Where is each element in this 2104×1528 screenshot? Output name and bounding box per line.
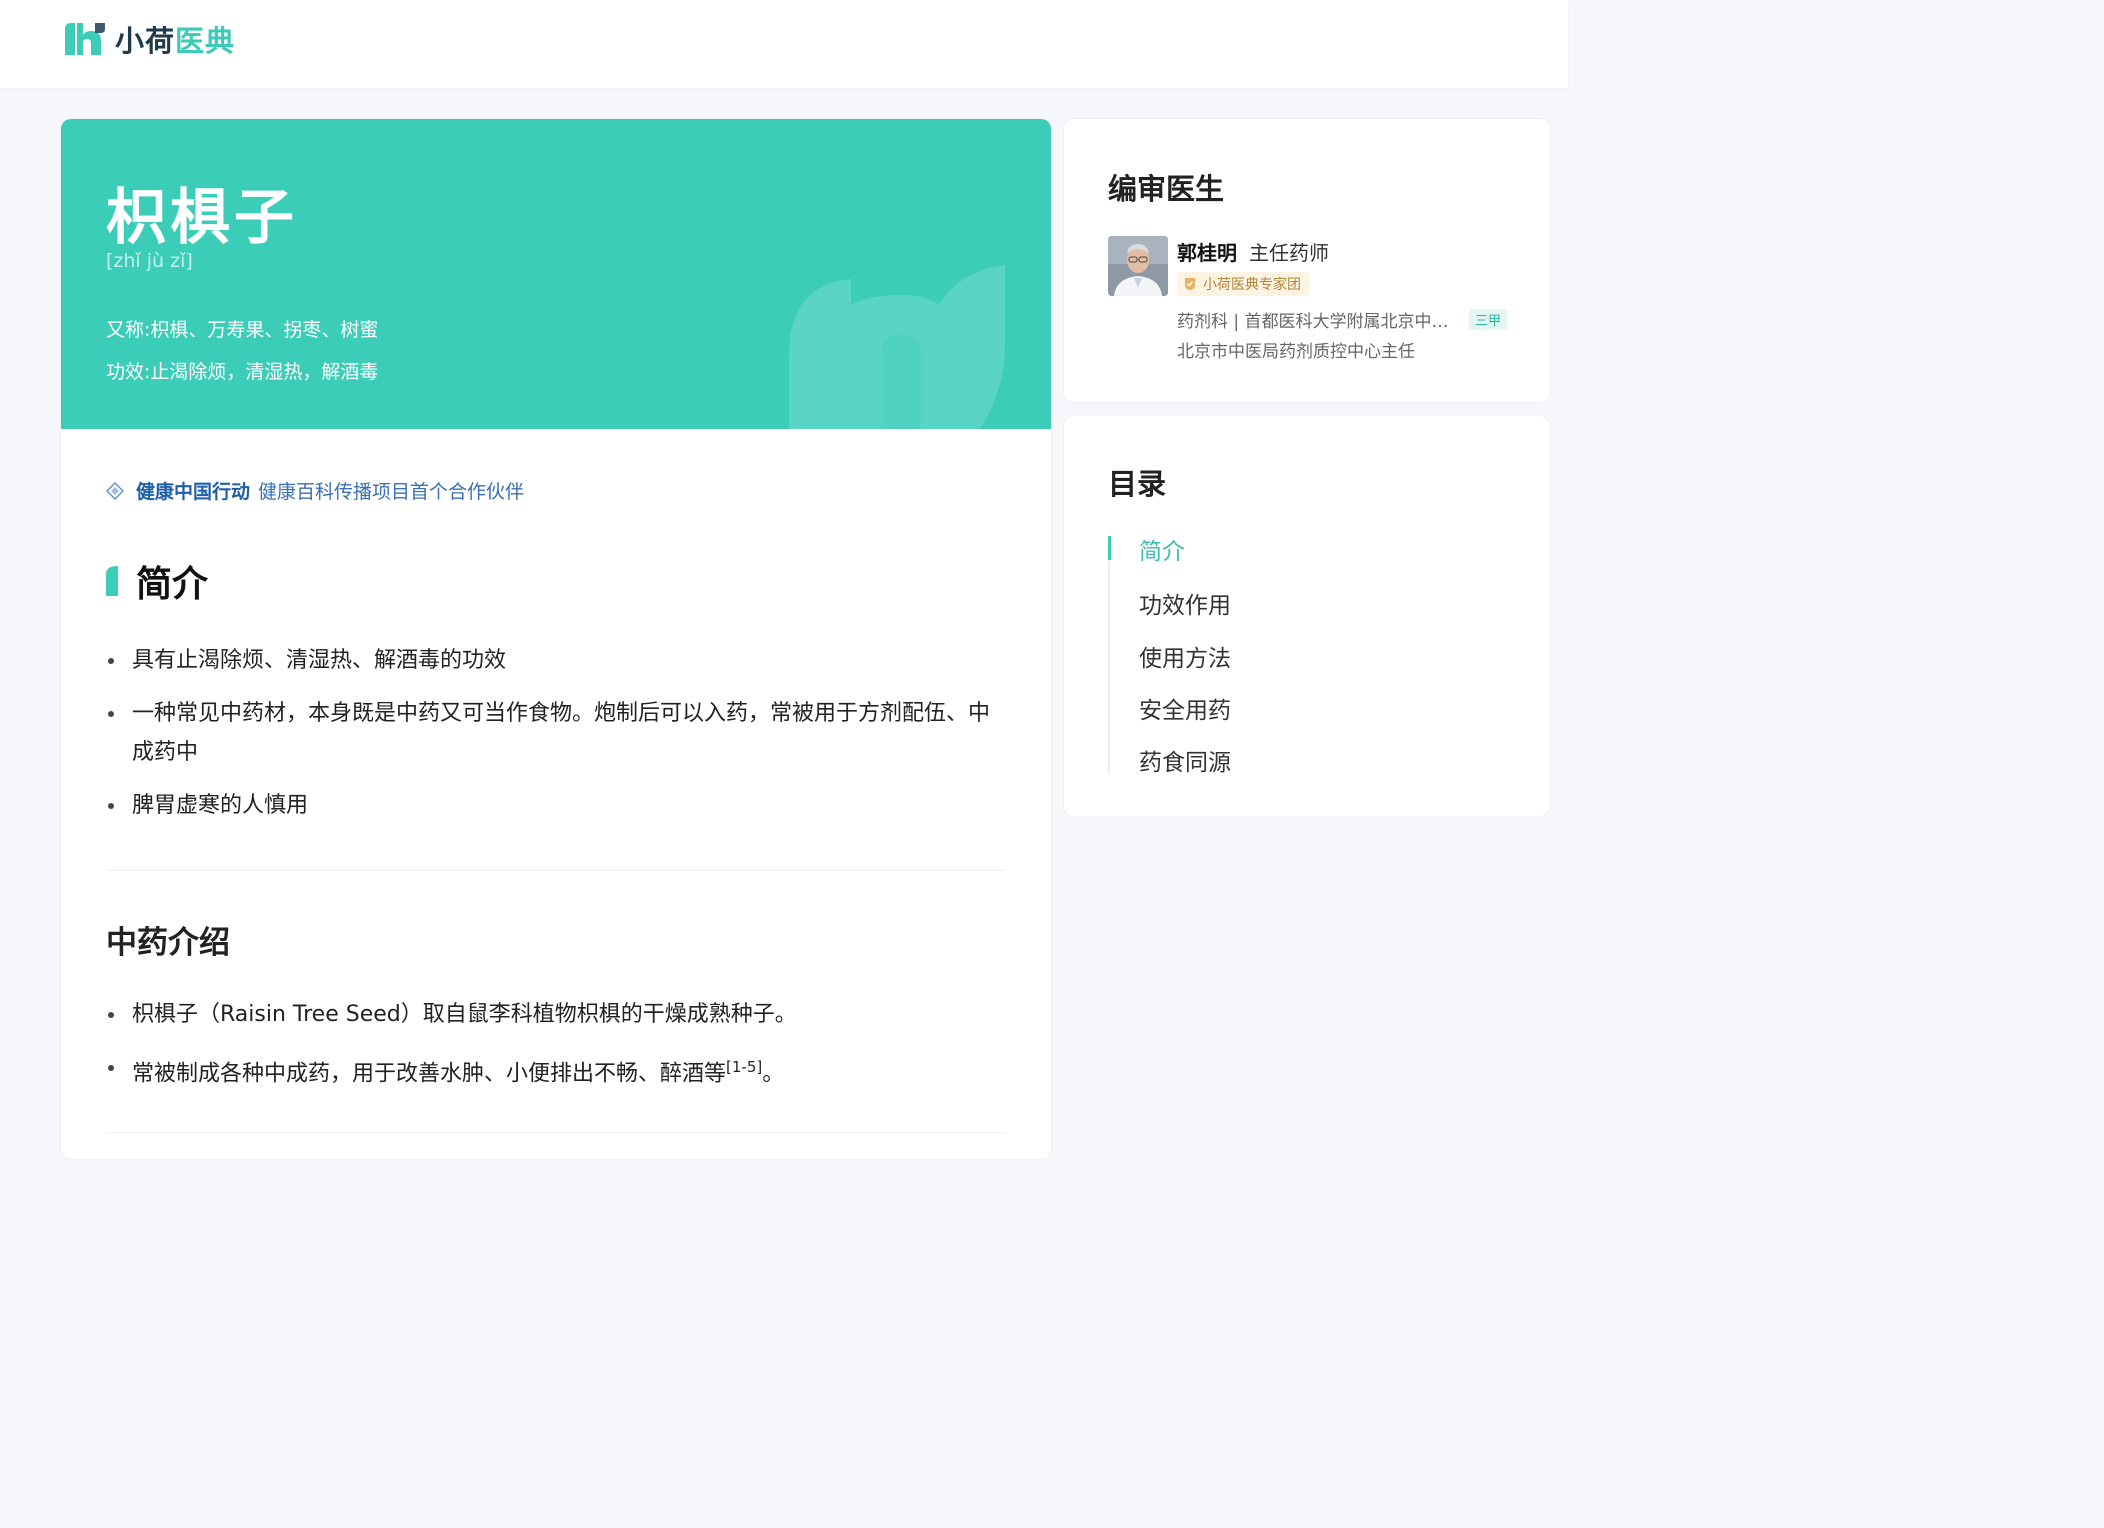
reviewer-section-title: 编审医生 [1108, 172, 1225, 206]
herb-aliases: 又称:枳椇、万寿果、拐枣、树蜜 [106, 319, 379, 341]
doctor-name-row: 郭桂明 主任药师 [1177, 237, 1329, 266]
toc-title: 目录 [1108, 467, 1167, 501]
brand-watermark-icon [789, 265, 1005, 429]
toc-track [1108, 536, 1110, 774]
medal-icon [1185, 278, 1195, 290]
herb-effects: 功效:止渴除烦，清湿热，解酒毒 [106, 361, 379, 383]
herb-name: 枳椇子 [106, 183, 298, 253]
list-item: 脾胃虚寒的人慎用 [106, 786, 1006, 825]
list-item: 一种常见中药材，本身既是中药又可当作食物。炮制后可以入药，常被用于方剂配伍、中成… [106, 694, 1006, 772]
hospital-grade-badge: 三甲 [1469, 309, 1508, 330]
toc-item-safety[interactable]: 安全用药 [1139, 691, 1231, 725]
site-logo[interactable]: 小荷医典 [61, 18, 235, 60]
doctor-department: 药剂科 | 首都医科大学附属北京中医医院 三甲 [1177, 307, 1537, 332]
toc-item-food-medicine[interactable]: 药食同源 [1139, 743, 1231, 777]
toc-item-usage[interactable]: 使用方法 [1139, 639, 1231, 673]
intro-section-header: 简介 [106, 555, 208, 607]
doctor-photo-icon [1108, 236, 1168, 296]
expert-badge: 小荷医典专家团 [1177, 272, 1309, 296]
toc-item-effects[interactable]: 功效作用 [1139, 586, 1231, 620]
partner-name: 健康中国行动 [136, 481, 251, 503]
divider [106, 1132, 1006, 1133]
partner-desc: 健康百科传播项目首个合作伙伴 [258, 481, 525, 503]
herb-intro-list: 枳椇子（Raisin Tree Seed）取自鼠李科植物枳椇的干燥成熟种子。 常… [106, 995, 1006, 1107]
herb-article: 枳椇子 [zhǐ jù zǐ] 又称:枳椇、万寿果、拐枣、树蜜 功效:止渴除烦，… [61, 119, 1051, 1159]
herb-pinyin: [zhǐ jù zǐ] [106, 250, 193, 272]
partner-banner[interactable]: 健康中国行动 健康百科传播项目首个合作伙伴 [106, 477, 524, 504]
herb-hero: 枳椇子 [zhǐ jù zǐ] 又称:枳椇、万寿果、拐枣、树蜜 功效:止渴除烦，… [61, 119, 1051, 429]
logo-icon [65, 23, 105, 55]
toc-card: 目录 简介 功效作用 使用方法 安全用药 药食同源 [1064, 416, 1550, 816]
logo-text: 小荷医典 [115, 24, 236, 58]
intro-list: 具有止渴除烦、清湿热、解酒毒的功效 一种常见中药材，本身既是中药又可当作食物。炮… [106, 641, 1006, 839]
reviewer-card: 编审医生 郭桂明 主任药师 小荷医典专家团 药剂科 | 首都医科大学附属北京中医医… [1064, 119, 1550, 402]
doctor-title: 主任药师 [1249, 241, 1329, 265]
toc-item-intro[interactable]: 简介 [1139, 532, 1185, 566]
intro-title: 简介 [136, 564, 209, 605]
toc-active-indicator [1108, 536, 1111, 560]
reference-link[interactable]: [1-5] [726, 1058, 762, 1076]
doctor-avatar[interactable] [1108, 236, 1168, 296]
divider [106, 870, 1006, 871]
list-item: 具有止渴除烦、清湿热、解酒毒的功效 [106, 641, 1006, 680]
herb-intro-title: 中药介绍 [106, 925, 230, 961]
leaf-mark-icon [106, 566, 118, 596]
doctor-name[interactable]: 郭桂明 [1177, 241, 1237, 265]
doctor-role: 北京市中医局药剂质控中心主任 [1177, 342, 1415, 362]
list-item: 枳椇子（Raisin Tree Seed）取自鼠李科植物枳椇的干燥成熟种子。 [106, 995, 1006, 1034]
diamond-icon [106, 481, 124, 500]
top-bar: 小荷医典 [0, 0, 1568, 88]
list-item: 常被制成各种中成药，用于改善水肿、小便排出不畅、醉酒等[1-5]。 [106, 1048, 1006, 1093]
